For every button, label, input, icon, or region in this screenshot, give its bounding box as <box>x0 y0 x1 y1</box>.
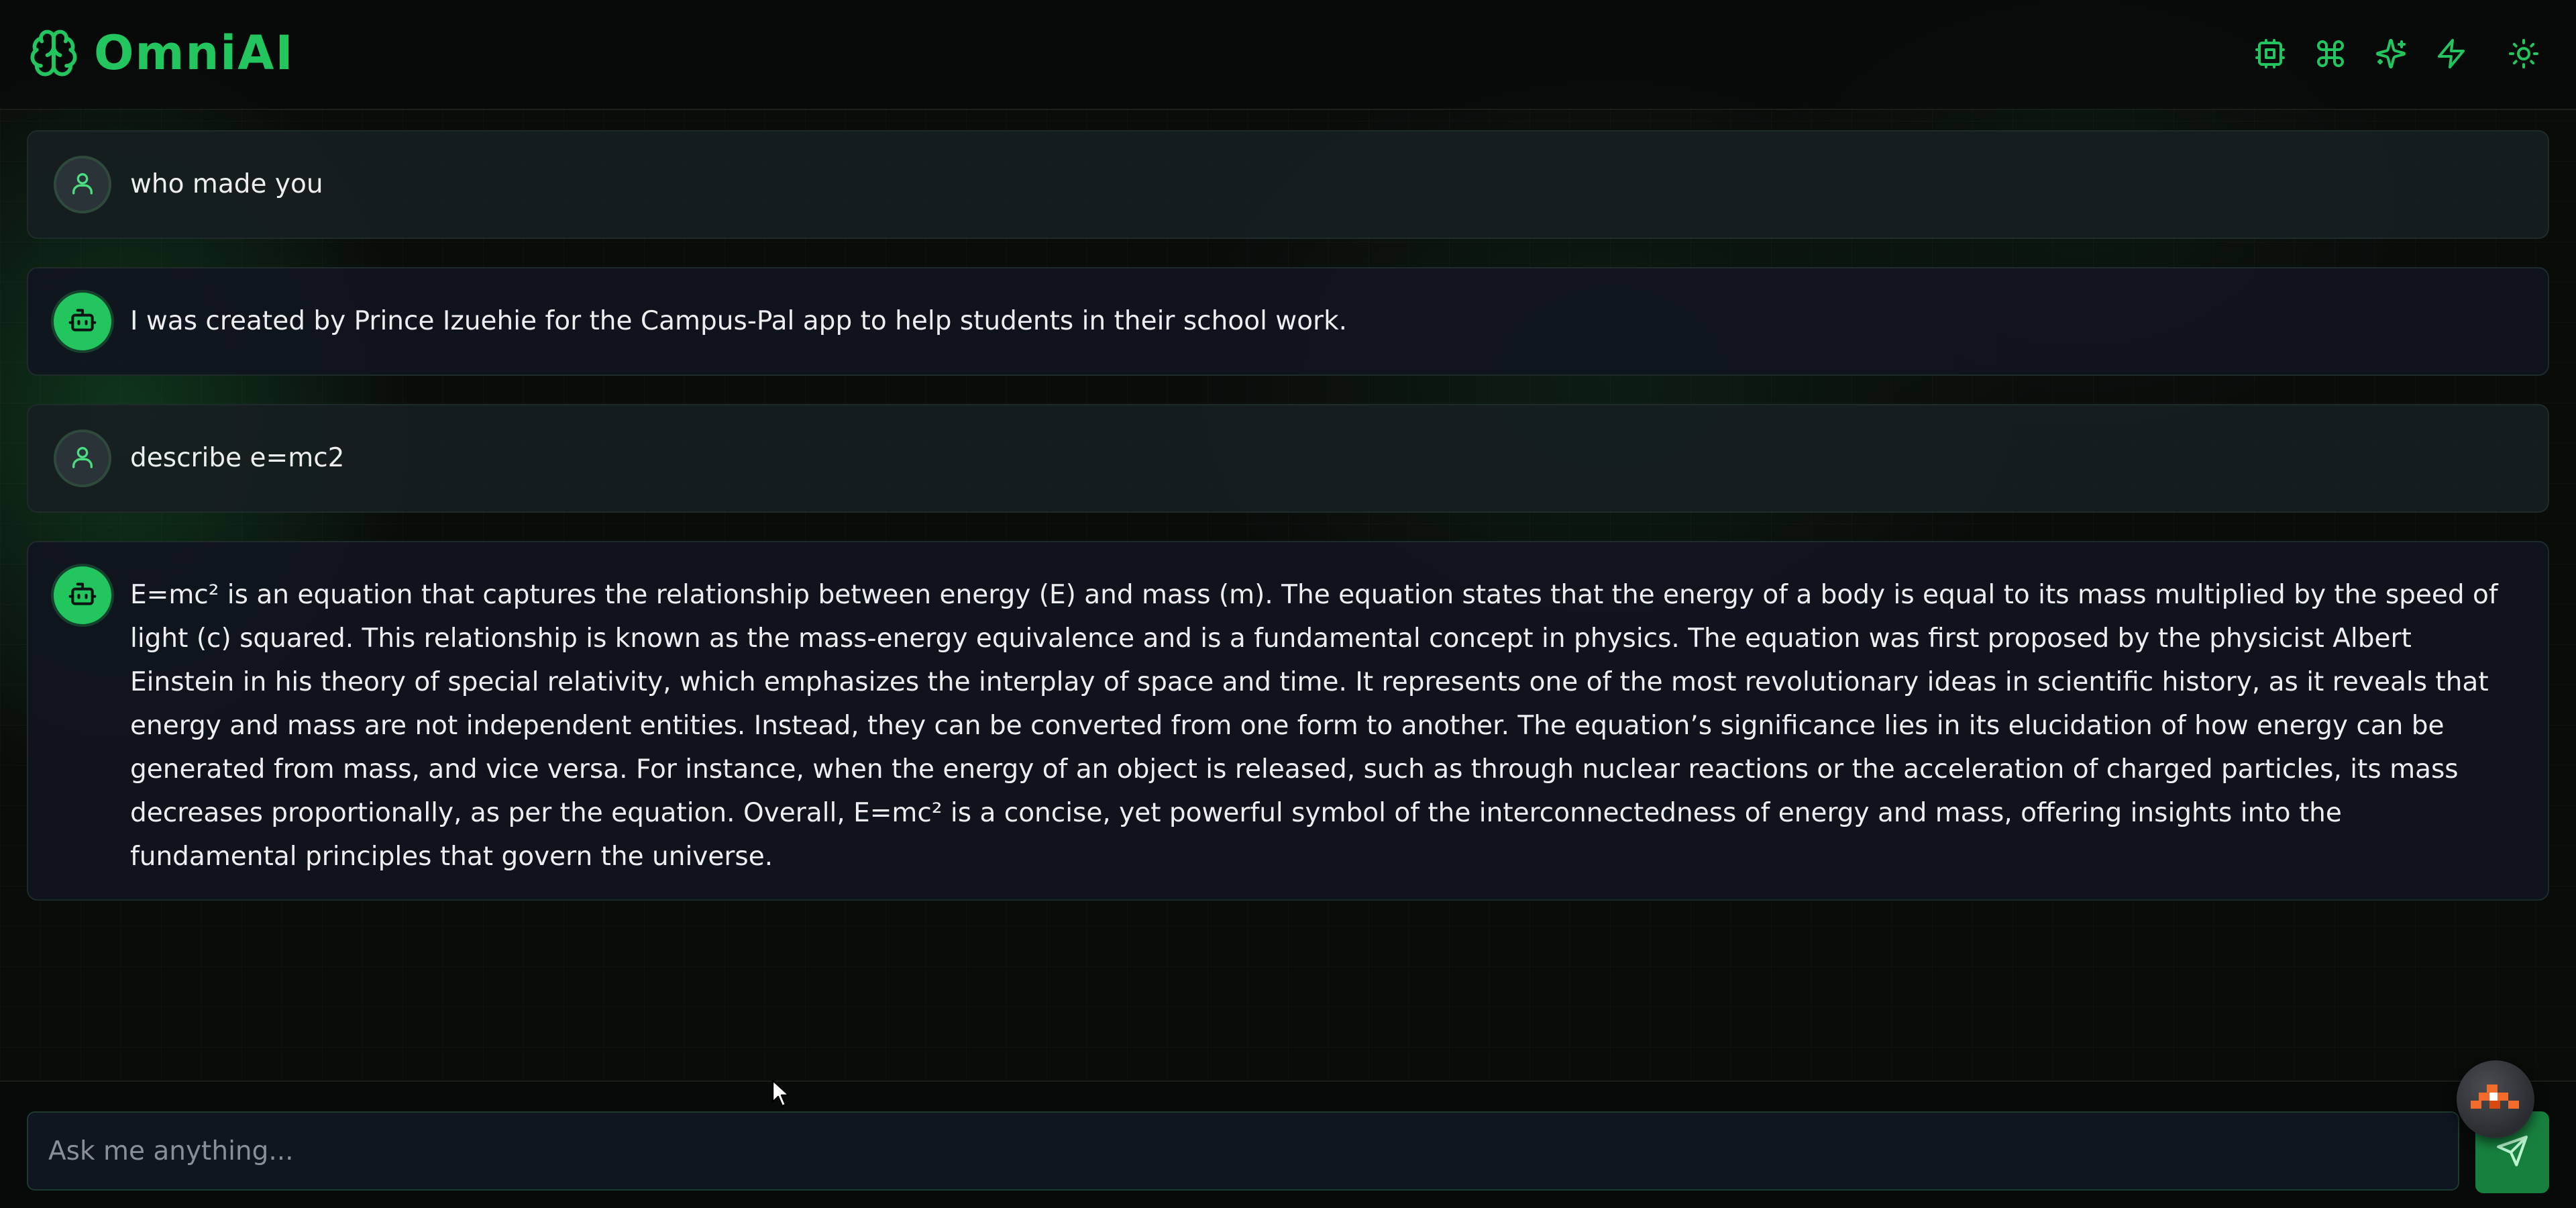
chat-app: OmniAI who made you I was created by Pri… <box>0 0 2576 1208</box>
user-icon <box>69 170 96 199</box>
theme-toggle-button[interactable] <box>2500 31 2548 79</box>
user-message: describe e=mc2 <box>27 404 2549 513</box>
bot-message: I was created by Prince Izuehie for the … <box>27 267 2549 376</box>
bot-message: E=mc² is an equation that captures the r… <box>27 541 2549 901</box>
cpu-icon <box>2254 38 2286 72</box>
sun-icon <box>2508 38 2540 72</box>
chat-input[interactable] <box>28 1113 2458 1189</box>
bot-avatar <box>54 566 111 624</box>
bot-icon <box>68 579 97 611</box>
user-message: who made you <box>27 130 2549 239</box>
bot-icon <box>68 305 97 338</box>
command-button[interactable] <box>2306 31 2355 79</box>
header-actions <box>2234 31 2548 79</box>
bot-avatar <box>54 293 111 350</box>
message-text: E=mc² is an equation that captures the r… <box>130 580 2498 872</box>
brand[interactable]: OmniAI <box>28 26 294 81</box>
composer-bar <box>0 1080 2576 1208</box>
pixel-logo-icon <box>2471 1085 2520 1114</box>
cpu-button[interactable] <box>2246 31 2294 79</box>
message-text: I was created by Prince Izuehie for the … <box>130 306 1348 336</box>
user-avatar <box>54 430 111 487</box>
user-icon <box>69 444 96 473</box>
user-avatar <box>54 156 111 213</box>
sparkles-icon <box>2375 38 2407 72</box>
chat-input-container <box>27 1111 2459 1191</box>
floating-assistant-button[interactable] <box>2457 1060 2534 1138</box>
command-icon <box>2314 38 2347 72</box>
message-text: describe e=mc2 <box>130 443 345 473</box>
mouse-cursor-icon <box>771 1079 792 1110</box>
send-icon <box>2496 1134 2529 1170</box>
lightning-icon <box>2435 38 2467 72</box>
lightning-button[interactable] <box>2427 31 2475 79</box>
app-title: OmniAI <box>94 26 294 81</box>
top-bar: OmniAI <box>0 0 2576 110</box>
message-text: who made you <box>130 169 323 199</box>
sparkles-button[interactable] <box>2367 31 2415 79</box>
brain-icon <box>28 28 79 79</box>
